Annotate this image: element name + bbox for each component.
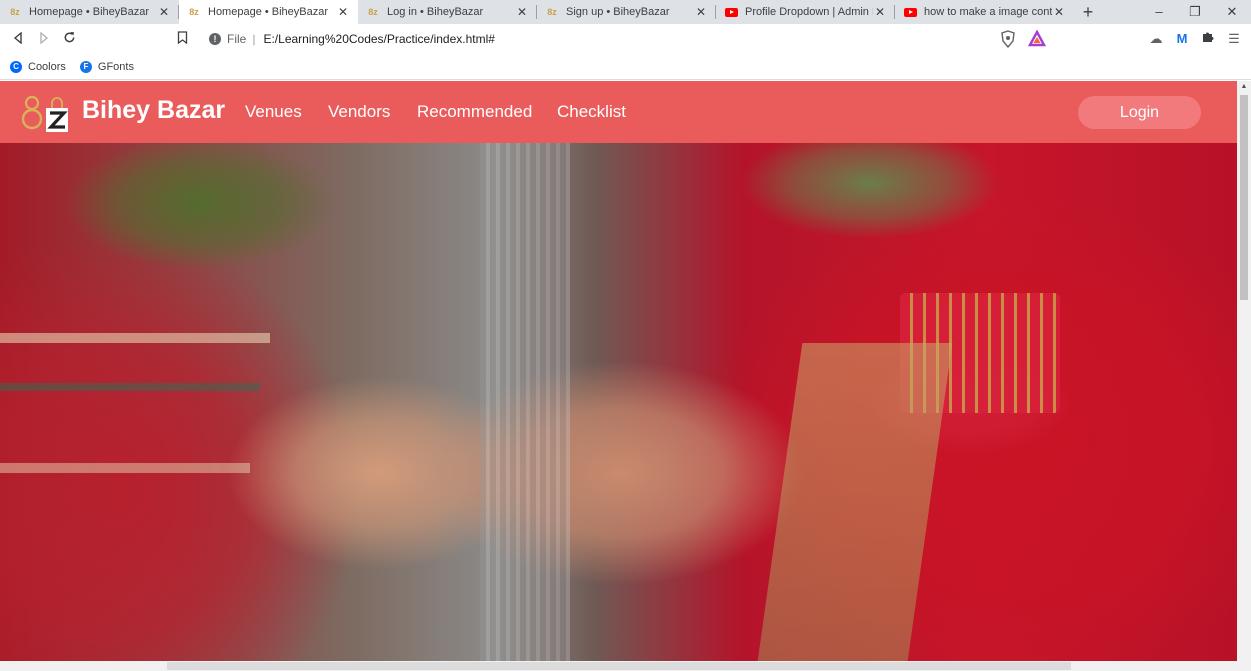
coolors-icon: C xyxy=(10,60,22,73)
nav-link-recommended[interactable]: Recommended xyxy=(417,102,532,122)
sleeve-embroidery xyxy=(0,463,250,473)
tab-title: Log in • BiheyBazar xyxy=(387,6,484,18)
metamask-extension-icon[interactable]: M xyxy=(1172,29,1192,49)
tab-title: how to make a image containe xyxy=(924,6,1052,18)
tab-title: Homepage • BiheyBazar xyxy=(208,6,329,18)
biheybazar-favicon-icon: 8z xyxy=(189,7,199,17)
tab-title: Sign up • BiheyBazar xyxy=(566,6,670,18)
browser-tab[interactable]: 8z Sign up • BiheyBazar ✕ xyxy=(537,0,716,24)
back-arrow-icon xyxy=(13,31,22,45)
info-icon[interactable]: ! xyxy=(209,33,221,45)
tab-close-icon[interactable]: ✕ xyxy=(694,5,708,19)
browser-tab-active[interactable]: 8z Homepage • BiheyBazar ✕ xyxy=(179,0,358,24)
vertical-scrollbar[interactable]: ▲ xyxy=(1237,81,1251,671)
login-button[interactable]: Login xyxy=(1078,96,1201,129)
site-navbar: Bihey Bazar Venues Vendors Recommended C… xyxy=(0,81,1237,143)
bookmarks-bar: C Coolors F GFonts xyxy=(0,54,1251,80)
browser-tab[interactable]: Profile Dropdown | Admin Pan ✕ xyxy=(716,0,895,24)
youtube-icon xyxy=(903,6,917,18)
close-window-button[interactable]: ✕ xyxy=(1214,0,1250,24)
tab-close-icon[interactable]: ✕ xyxy=(157,5,171,19)
tab-close-icon[interactable]: ✕ xyxy=(1052,5,1066,19)
browser-tab[interactable]: 8z Homepage • BiheyBazar ✕ xyxy=(0,0,179,24)
menu-icon[interactable]: ☰ xyxy=(1224,29,1244,49)
address-separator: | xyxy=(252,32,256,46)
page-viewport: Bihey Bazar Venues Vendors Recommended C… xyxy=(0,81,1237,671)
address-bar[interactable]: ! File | E:/Learning%20Codes/Practice/in… xyxy=(200,27,1050,51)
tab-close-icon[interactable]: ✕ xyxy=(336,5,350,19)
horizontal-scrollbar[interactable] xyxy=(0,661,1237,671)
brave-rewards-icon[interactable] xyxy=(1028,30,1046,48)
bookmark-gfonts[interactable]: F GFonts xyxy=(79,60,134,73)
hero-carousel-image xyxy=(0,143,1237,661)
google-fonts-icon: F xyxy=(79,60,92,73)
reload-icon xyxy=(64,31,74,43)
tab-title: Homepage • BiheyBazar xyxy=(29,6,150,18)
bihey-bazar-logo-icon[interactable] xyxy=(20,91,72,133)
tab-strip: 8z Homepage • BiheyBazar ✕ 8z Homepage •… xyxy=(0,0,1251,24)
browser-tab[interactable]: 8z Log in • BiheyBazar ✕ xyxy=(358,0,537,24)
biheybazar-favicon-icon: 8z xyxy=(368,7,378,17)
reload-button[interactable] xyxy=(59,29,79,49)
youtube-icon xyxy=(724,6,738,18)
tab-title: Profile Dropdown | Admin Pan xyxy=(745,6,873,18)
horizontal-scroll-thumb[interactable] xyxy=(167,662,1071,670)
forward-button[interactable] xyxy=(34,29,54,49)
nav-link-venues[interactable]: Venues xyxy=(245,102,302,122)
url-text[interactable]: E:/Learning%20Codes/Practice/index.html# xyxy=(263,32,494,46)
brave-shield-icon[interactable] xyxy=(1000,30,1016,48)
brand-name[interactable]: Bihey Bazar xyxy=(82,96,225,125)
nav-link-checklist[interactable]: Checklist xyxy=(557,102,626,122)
cloud-extension-icon[interactable]: ☁ xyxy=(1146,29,1166,49)
browser-tab[interactable]: how to make a image containe ✕ xyxy=(895,0,1074,24)
back-button[interactable] xyxy=(8,29,28,49)
scroll-up-arrow-icon[interactable]: ▲ xyxy=(1240,83,1248,91)
vertical-scroll-thumb[interactable] xyxy=(1240,95,1248,300)
file-scheme-label: File xyxy=(227,32,247,46)
sleeve-embroidery xyxy=(0,333,270,343)
extensions-puzzle-icon[interactable] xyxy=(1198,29,1218,49)
bookmark-label: Coolors xyxy=(28,60,66,73)
gold-sari-border xyxy=(757,343,953,661)
forward-arrow-icon xyxy=(40,31,49,45)
biheybazar-favicon-icon: 8z xyxy=(10,7,20,17)
tab-close-icon[interactable]: ✕ xyxy=(873,5,887,19)
new-tab-button[interactable]: + xyxy=(1074,0,1102,24)
nav-link-vendors[interactable]: Vendors xyxy=(328,102,390,122)
bookmark-coolors[interactable]: C Coolors xyxy=(10,60,66,73)
minimize-button[interactable]: – xyxy=(1141,0,1177,24)
scarf-pattern xyxy=(480,143,570,661)
bookmark-label: GFonts xyxy=(97,60,134,73)
biheybazar-favicon-icon: 8z xyxy=(547,7,557,17)
sleeve-embroidery xyxy=(0,383,260,391)
browser-toolbar: ! File | E:/Learning%20Codes/Practice/in… xyxy=(0,24,1251,54)
tab-close-icon[interactable]: ✕ xyxy=(515,5,529,19)
restore-button[interactable]: ❐ xyxy=(1177,0,1213,24)
bookmark-button[interactable] xyxy=(172,29,192,49)
bookmark-icon xyxy=(177,31,187,45)
